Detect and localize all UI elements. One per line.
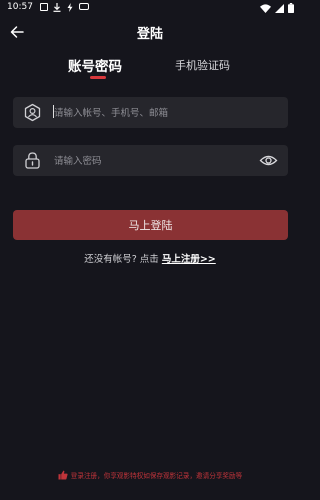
footer-note: 登录注册，你享观影特权如保存观影记录，邀请分享奖励等 [0, 470, 300, 480]
page-title: 登陆 [136, 27, 163, 42]
account-placeholder: 请输入帐号、手机号、邮箱 [54, 108, 169, 119]
login-button[interactable]: 马上登陆 [13, 210, 288, 240]
eye-icon[interactable] [259, 152, 278, 169]
register-prompt-text: 还没有帐号? 点击 [84, 254, 162, 265]
notification-square-icon [40, 3, 48, 11]
download-icon [53, 3, 61, 12]
battery-icon [288, 3, 294, 13]
login-tabs: 账号密码 手机验证码 [0, 55, 300, 81]
flash-icon [67, 3, 73, 12]
active-tab-indicator [90, 76, 106, 79]
register-prompt: 还没有帐号? 点击 马上注册>> [0, 251, 300, 265]
status-time: 10:57 [7, 2, 33, 12]
register-link[interactable]: 马上注册>> [162, 254, 216, 265]
thumbs-up-icon [58, 470, 68, 480]
password-placeholder: 请输入密码 [54, 156, 102, 167]
footer-note-text: 登录注册，你享观影特权如保存观影记录，邀请分享奖励等 [70, 472, 243, 480]
header: 登陆 [0, 18, 300, 46]
status-system-icons [260, 3, 294, 13]
signal-icon [275, 3, 284, 13]
pill-icon [79, 3, 89, 10]
user-icon [24, 103, 41, 122]
status-bar: 10:57 [0, 0, 300, 16]
tab-account-password[interactable]: 账号密码 [68, 55, 122, 75]
password-field[interactable]: 请输入密码 [13, 145, 288, 176]
login-screen: 10:57 登陆 账号密码 手机验证码 请输入帐号、手机号、邮箱 请输入密码 马… [0, 0, 300, 500]
lock-icon [25, 152, 40, 169]
wifi-icon [260, 3, 271, 13]
tab-phone-code[interactable]: 手机验证码 [175, 57, 230, 73]
account-field[interactable]: 请输入帐号、手机号、邮箱 [13, 97, 288, 128]
status-notification-icons [40, 3, 89, 12]
